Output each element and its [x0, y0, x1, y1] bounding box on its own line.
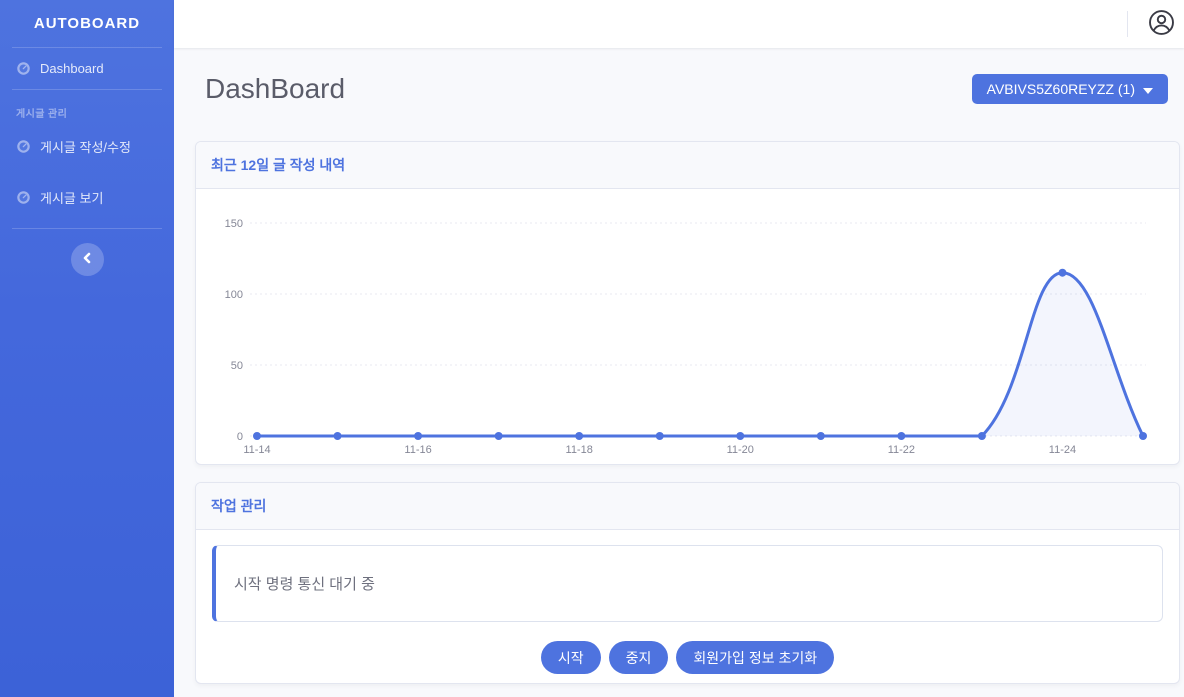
data-point	[253, 432, 261, 440]
tasks-card-title: 작업 관리	[196, 483, 1179, 530]
y-axis-tick-label: 150	[225, 218, 243, 230]
data-point	[817, 432, 825, 440]
chart-svg: 0 50 100 150 11-14 11-16 11-18 11-20 11-22 11-24	[212, 206, 1164, 459]
sidebar-collapse-area	[0, 243, 174, 276]
tachometer-icon	[16, 139, 31, 154]
tasks-card: 작업 관리 시작 명령 통신 대기 중 시작 중지 회원가입 정보 초기화	[195, 482, 1180, 684]
data-point	[656, 432, 664, 440]
sidebar-item-label: 게시글 작성/수정	[40, 137, 131, 156]
x-axis-tick-label: 11-20	[727, 444, 754, 456]
main-area: DashBoard AVBIVS5Z60REYZZ (1) 최근 12일 글 작…	[174, 0, 1184, 697]
y-axis-tick-label: 50	[231, 360, 243, 372]
task-actions: 시작 중지 회원가입 정보 초기화	[212, 641, 1163, 674]
sidebar-item-dashboard[interactable]: Dashboard	[0, 48, 174, 89]
chart-card: 최근 12일 글 작성 내역 0 50 100 150 11-14 11-16 11-18 1…	[195, 141, 1180, 465]
sidebar-item-post-edit[interactable]: 게시글 작성/수정	[0, 124, 174, 169]
data-point	[334, 432, 342, 440]
chart-card-body: 0 50 100 150 11-14 11-16 11-18 11-20 11-22 11-24	[196, 189, 1179, 464]
account-dropdown-button[interactable]: AVBIVS5Z60REYZZ (1)	[972, 74, 1168, 104]
data-point	[1058, 269, 1066, 277]
page-header: DashBoard AVBIVS5Z60REYZZ (1)	[205, 73, 1168, 105]
data-point	[495, 432, 503, 440]
user-circle-icon	[1148, 9, 1175, 39]
user-menu-button[interactable]	[1146, 9, 1176, 39]
sidebar-item-post-view[interactable]: 게시글 보기	[0, 175, 174, 220]
topbar-divider	[1127, 11, 1128, 37]
x-axis-tick-label: 11-24	[1049, 444, 1076, 456]
tachometer-icon	[16, 190, 31, 205]
start-button[interactable]: 시작	[541, 641, 601, 674]
brand-title[interactable]: AUTOBOARD	[0, 0, 174, 47]
data-point	[414, 432, 422, 440]
sidebar-collapse-button[interactable]	[71, 243, 104, 276]
chart-card-title: 최근 12일 글 작성 내역	[196, 142, 1179, 189]
stop-button[interactable]: 중지	[609, 641, 669, 674]
x-axis-tick-label: 11-22	[888, 444, 915, 456]
status-message: 시작 명령 통신 대기 중	[234, 573, 375, 594]
content-area: DashBoard AVBIVS5Z60REYZZ (1) 최근 12일 글 작…	[174, 48, 1184, 697]
data-point	[736, 432, 744, 440]
data-point	[1139, 432, 1147, 440]
status-message-box: 시작 명령 통신 대기 중	[212, 545, 1163, 622]
sidebar-divider	[12, 228, 162, 229]
sidebar-item-label: Dashboard	[40, 61, 104, 76]
y-axis-tick-label: 0	[237, 431, 243, 443]
caret-down-icon	[1143, 81, 1153, 97]
sidebar: AUTOBOARD Dashboard 게시글 관리 게시글 작성/수정 게시글…	[0, 0, 174, 697]
x-axis-tick-label: 11-18	[566, 444, 593, 456]
data-point	[978, 432, 986, 440]
y-axis-tick-label: 100	[225, 289, 243, 301]
account-dropdown-label: AVBIVS5Z60REYZZ (1)	[987, 81, 1135, 97]
chevron-left-icon	[82, 252, 92, 267]
data-point	[897, 432, 905, 440]
sidebar-item-label: 게시글 보기	[40, 188, 103, 207]
page-title: DashBoard	[205, 73, 345, 105]
tasks-card-body: 시작 명령 통신 대기 중 시작 중지 회원가입 정보 초기화	[196, 530, 1179, 683]
app-window: AUTOBOARD Dashboard 게시글 관리 게시글 작성/수정 게시글…	[0, 0, 1184, 697]
sidebar-section-heading: 게시글 관리	[0, 90, 174, 124]
tachometer-icon	[16, 61, 31, 76]
reset-signup-info-button[interactable]: 회원가입 정보 초기화	[676, 641, 834, 674]
data-point	[575, 432, 583, 440]
x-axis-tick-label: 11-14	[243, 444, 270, 456]
x-axis-tick-label: 11-16	[404, 444, 431, 456]
topbar	[174, 0, 1184, 48]
